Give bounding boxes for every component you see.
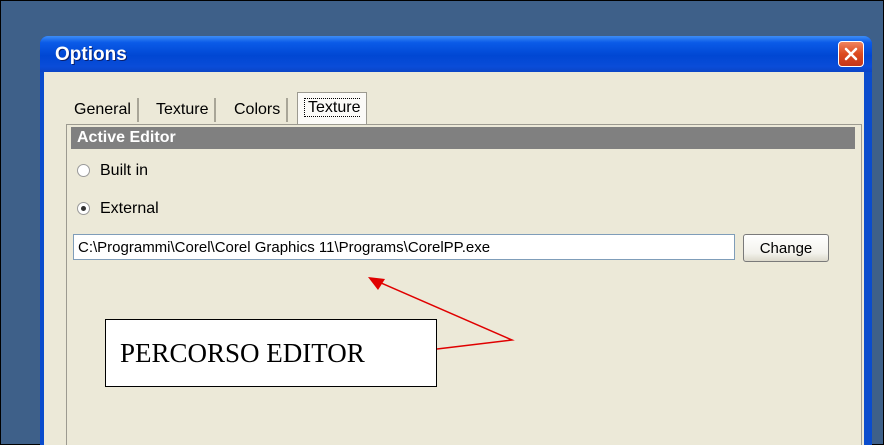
radio-built-in-label: Built in: [100, 162, 149, 179]
close-icon: [844, 47, 858, 61]
tab-colors-label: Colors: [234, 101, 281, 118]
radio-external-label: External: [100, 200, 159, 217]
radio-built-in-button[interactable]: [77, 164, 90, 178]
radio-external[interactable]: External: [77, 200, 159, 218]
close-button[interactable]: [838, 41, 864, 67]
tab-general-label: General: [74, 101, 131, 118]
editor-path-input[interactable]: [73, 234, 735, 260]
section-header: Active Editor: [71, 127, 855, 149]
tab-general[interactable]: General: [68, 98, 139, 122]
tab-texture-editor[interactable]: Texture Editor: [297, 92, 368, 147]
tab-texture-label: Texture: [156, 101, 209, 118]
dialog-client-area: General Texture Colors Texture Editor Ac…: [44, 72, 864, 445]
radio-built-in[interactable]: Built in: [77, 162, 148, 180]
tab-colors[interactable]: Colors: [228, 98, 289, 122]
change-button[interactable]: Change: [743, 234, 829, 262]
radio-external-button[interactable]: [77, 202, 90, 216]
texture-editor-panel: Active Editor Built in External Change: [66, 124, 862, 445]
tab-texture[interactable]: Texture: [150, 98, 217, 122]
title-bar[interactable]: Options: [40, 36, 872, 72]
window-title: Options: [55, 44, 127, 65]
annotation-label: PERCORSO EDITOR: [105, 319, 437, 387]
